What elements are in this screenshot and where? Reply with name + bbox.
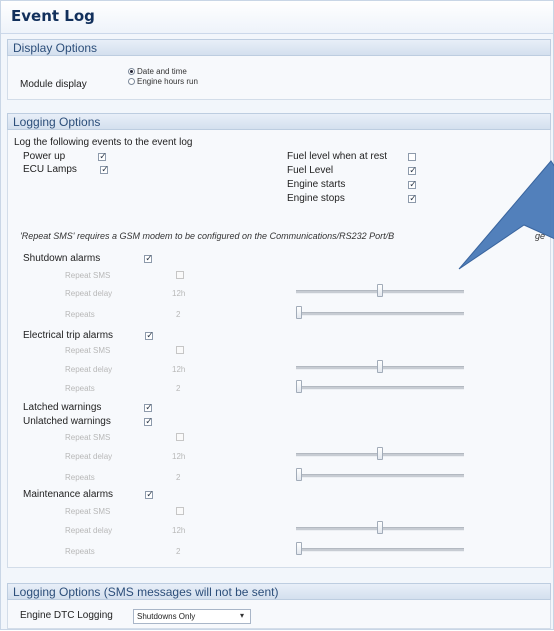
event-log-window: Event Log Display Options Module display… <box>0 0 554 630</box>
callout-arrow-icon <box>458 160 554 270</box>
